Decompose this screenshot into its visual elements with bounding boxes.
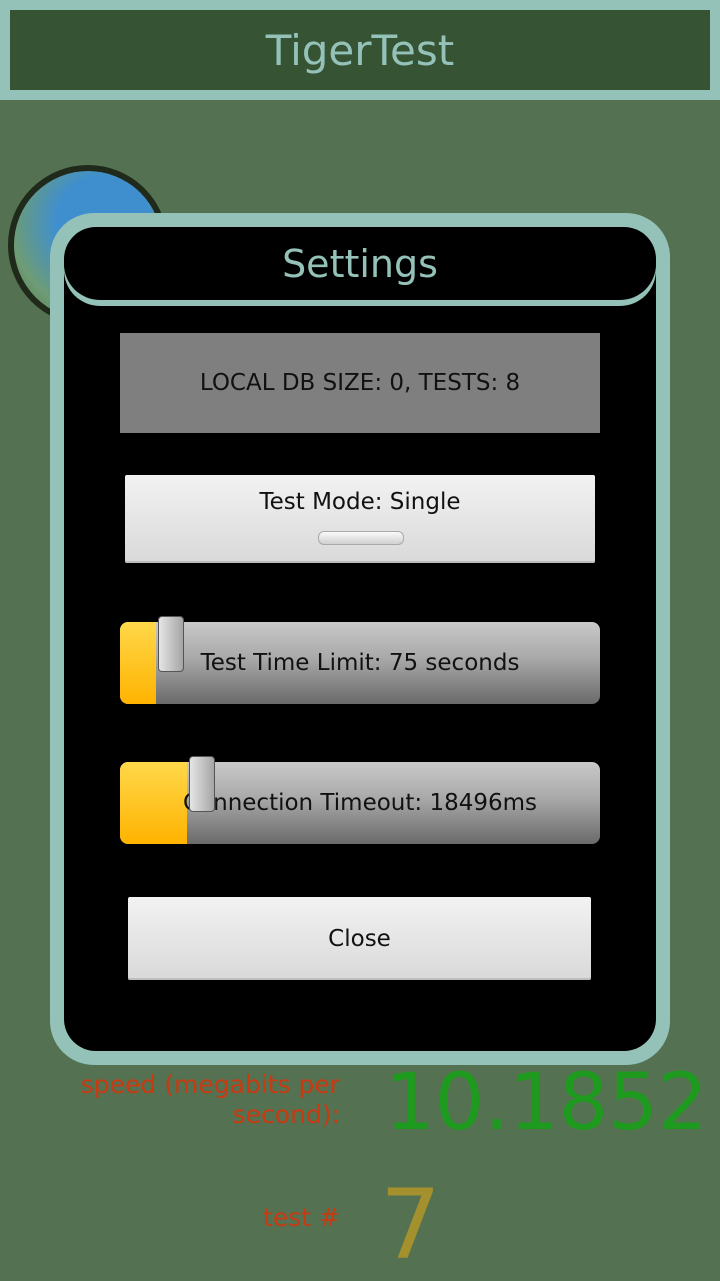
speed-label: speed (megabits per second): — [80, 1070, 340, 1129]
title-bar-inner: TigerTest — [10, 10, 710, 90]
slider-thumb[interactable] — [189, 756, 215, 812]
test-time-limit-label: Test Time Limit: 75 seconds — [200, 650, 520, 676]
test-mode-toggle-button[interactable]: Test Mode: Single — [125, 475, 595, 563]
app-title: TigerTest — [265, 25, 455, 75]
toggle-indicator — [318, 531, 404, 545]
test-number-value: 7 — [380, 1169, 442, 1281]
close-button[interactable]: Close — [128, 897, 591, 980]
connection-timeout-slider[interactable]: Connection Timeout: 18496ms — [120, 756, 600, 844]
test-time-limit-slider[interactable]: Test Time Limit: 75 seconds — [120, 616, 600, 704]
local-db-info: LOCAL DB SIZE: 0, TESTS: 8 — [120, 333, 600, 433]
test-number-label: test # — [263, 1203, 340, 1232]
settings-dialog-header: Settings — [64, 228, 656, 300]
settings-dialog-title: Settings — [282, 242, 438, 286]
slider-thumb[interactable] — [158, 616, 184, 672]
title-bar: TigerTest — [0, 0, 720, 100]
test-mode-label: Test Mode: Single — [259, 489, 461, 515]
speed-value: 10.1852 — [385, 1058, 708, 1148]
